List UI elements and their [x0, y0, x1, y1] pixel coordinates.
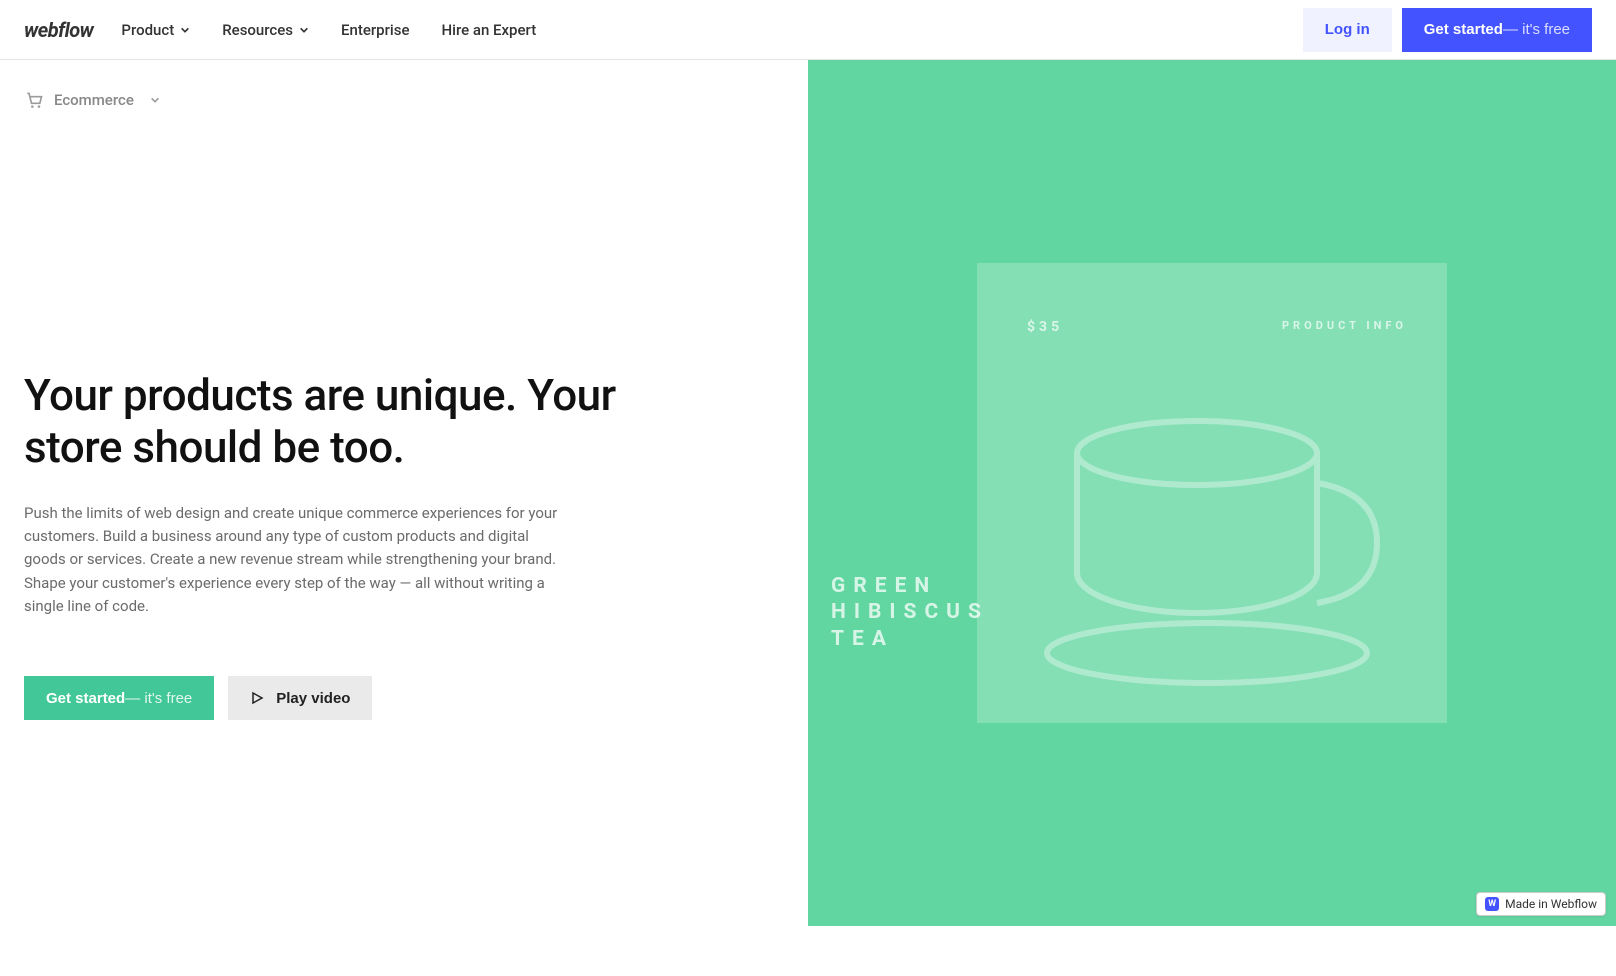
nav-right: Log in Get started — it's free — [1303, 8, 1592, 52]
nav-resources-label: Resources — [222, 21, 293, 39]
subnav-label: Ecommerce — [54, 91, 134, 109]
get-started-nav-button[interactable]: Get started — it's free — [1402, 8, 1592, 52]
cta-bold: Get started — [46, 690, 125, 707]
product-price: $35 — [1027, 319, 1063, 335]
nav-product-label: Product — [121, 21, 174, 39]
nav-enterprise[interactable]: Enterprise — [341, 21, 409, 39]
get-started-hero-button[interactable]: Get started — it's free — [24, 676, 214, 720]
hero-paragraph: Push the limits of web design and create… — [24, 502, 564, 618]
nav-enterprise-label: Enterprise — [341, 21, 409, 39]
hero-title: Your products are unique. Your store sho… — [24, 370, 708, 474]
play-icon — [250, 691, 264, 705]
nav-resources[interactable]: Resources — [222, 21, 309, 39]
webflow-badge-icon: W — [1485, 897, 1499, 911]
nav-left: webflow Product Resources Enterprise Hir… — [24, 18, 536, 42]
made-in-webflow-badge[interactable]: W Made in Webflow — [1476, 892, 1606, 916]
chevron-down-icon — [180, 25, 190, 35]
login-button[interactable]: Log in — [1303, 8, 1392, 52]
cup-illustration — [1037, 393, 1397, 693]
product-name-line3: TEA — [831, 626, 989, 652]
product-name-line1: GREEN — [831, 573, 989, 599]
product-card: $35 PRODUCT INFO GREEN HIBISCUS TEA — [977, 263, 1447, 723]
chevron-down-icon — [299, 25, 309, 35]
chevron-down-icon — [150, 95, 160, 105]
cta-bold: Get started — [1424, 21, 1503, 38]
cta-rest: — it's free — [125, 690, 192, 707]
hero-right: $35 PRODUCT INFO GREEN HIBISCUS TEA — [808, 60, 1616, 926]
nav-hire[interactable]: Hire an Expert — [441, 21, 536, 39]
cta-rest: — it's free — [1503, 21, 1570, 38]
nav-items: Product Resources Enterprise Hire an Exp… — [121, 21, 536, 39]
badge-text: Made in Webflow — [1505, 897, 1597, 911]
product-name: GREEN HIBISCUS TEA — [831, 573, 989, 652]
navbar: webflow Product Resources Enterprise Hir… — [0, 0, 1616, 60]
play-video-button[interactable]: Play video — [228, 676, 372, 720]
play-label: Play video — [276, 690, 350, 707]
cta-row: Get started — it's free Play video — [24, 676, 708, 720]
cart-icon — [24, 90, 44, 110]
hero-left: Your products are unique. Your store sho… — [0, 110, 808, 976]
product-info-label[interactable]: PRODUCT INFO — [1282, 319, 1407, 332]
nav-hire-label: Hire an Expert — [441, 21, 536, 39]
product-name-line2: HIBISCUS — [831, 599, 989, 625]
logo[interactable]: webflow — [24, 18, 93, 42]
nav-product[interactable]: Product — [121, 21, 190, 39]
main: Your products are unique. Your store sho… — [0, 110, 1616, 976]
